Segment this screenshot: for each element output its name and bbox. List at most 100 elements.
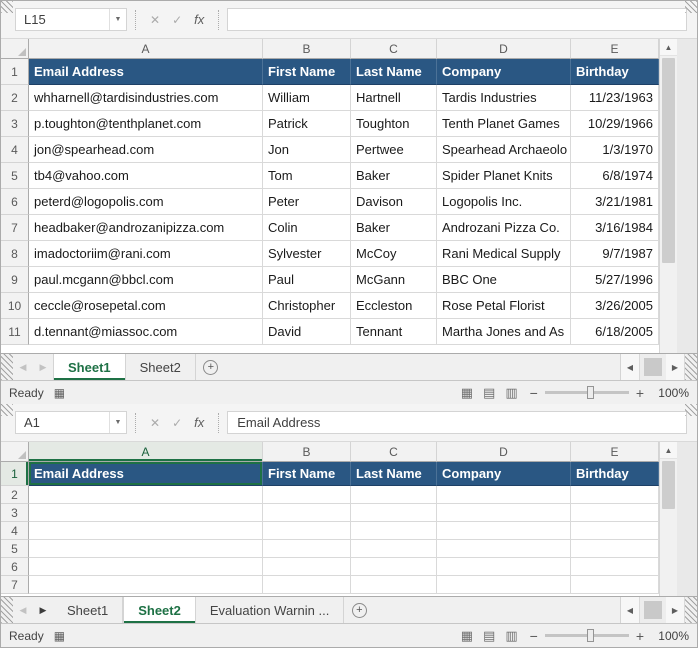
row-header-8[interactable]: 8 [1, 241, 29, 267]
tabs-scroll-right-icon[interactable]: ▶ [33, 354, 53, 380]
cell-E4[interactable] [571, 522, 659, 540]
horizontal-scrollbar[interactable]: ◀ ▶ [620, 354, 685, 380]
cell-E8[interactable]: 9/7/1987 [571, 241, 659, 267]
tabs-scroll-right-icon[interactable]: ▶ [33, 597, 53, 623]
cell-E1[interactable]: Birthday [571, 59, 659, 85]
scroll-up-icon[interactable]: ▲ [660, 442, 677, 459]
cell-D11[interactable]: Martha Jones and As [437, 319, 571, 345]
row-header-11[interactable]: 11 [1, 319, 29, 345]
tabs-scroll-left-icon[interactable]: ◀ [13, 354, 33, 380]
cell-C3[interactable]: Toughton [351, 111, 437, 137]
cell-E2[interactable]: 11/23/1963 [571, 85, 659, 111]
row-header-10[interactable]: 10 [1, 293, 29, 319]
column-header-E[interactable]: E [571, 39, 659, 59]
zoom-out-button[interactable]: − [530, 385, 538, 401]
cell-C3[interactable] [351, 504, 437, 522]
cell-B3[interactable]: Patrick [263, 111, 351, 137]
row-header-7[interactable]: 7 [1, 576, 29, 594]
cell-B6[interactable]: Peter [263, 189, 351, 215]
cell-C1[interactable]: Last Name [351, 462, 437, 486]
column-header-B[interactable]: B [263, 39, 351, 59]
sheet-tab-sheet1[interactable]: Sheet1 [53, 354, 126, 380]
cell-D3[interactable] [437, 504, 571, 522]
select-all-corner[interactable] [1, 39, 29, 59]
row-header-9[interactable]: 9 [1, 267, 29, 293]
column-header-B[interactable]: B [263, 442, 351, 462]
cell-A1[interactable]: Email Address [29, 462, 263, 486]
cell-A5[interactable]: tb4@vahoo.com [29, 163, 263, 189]
cell-B7[interactable] [263, 576, 351, 594]
cell-C6[interactable]: Davison [351, 189, 437, 215]
cancel-icon[interactable]: ✕ [150, 13, 160, 27]
cell-D1[interactable]: Company [437, 59, 571, 85]
view-page-layout-icon[interactable]: ▤ [483, 385, 495, 401]
cell-B8[interactable]: Sylvester [263, 241, 351, 267]
cell-A8[interactable]: imadoctoriim@rani.com [29, 241, 263, 267]
row-header-2[interactable]: 2 [1, 85, 29, 111]
zoom-slider-thumb[interactable] [586, 386, 594, 399]
view-page-layout-icon[interactable]: ▤ [483, 628, 495, 644]
view-normal-icon[interactable]: ▦ [461, 628, 473, 644]
cell-B5[interactable]: Tom [263, 163, 351, 189]
cell-A6[interactable]: peterd@logopolis.com [29, 189, 263, 215]
cell-A5[interactable] [29, 540, 263, 558]
scroll-up-icon[interactable]: ▲ [660, 39, 677, 56]
zoom-level[interactable]: 100% [651, 386, 689, 400]
row-header-6[interactable]: 6 [1, 558, 29, 576]
cell-E7[interactable] [571, 576, 659, 594]
row-header-5[interactable]: 5 [1, 163, 29, 189]
cell-D5[interactable]: Spider Planet Knits [437, 163, 571, 189]
cell-D7[interactable]: Androzani Pizza Co. [437, 215, 571, 241]
cell-D7[interactable] [437, 576, 571, 594]
cell-D10[interactable]: Rose Petal Florist [437, 293, 571, 319]
cell-C1[interactable]: Last Name [351, 59, 437, 85]
horizontal-scrollbar-thumb[interactable] [644, 357, 662, 377]
cell-D4[interactable] [437, 522, 571, 540]
column-header-D[interactable]: D [437, 39, 571, 59]
cell-A7[interactable]: headbaker@androzanipizza.com [29, 215, 263, 241]
vertical-scrollbar-thumb[interactable] [662, 461, 675, 509]
row-header-4[interactable]: 4 [1, 137, 29, 163]
cell-D2[interactable]: Tardis Industries [437, 85, 571, 111]
formula-bar-input[interactable] [227, 8, 687, 31]
cell-E3[interactable]: 10/29/1966 [571, 111, 659, 137]
cell-A4[interactable]: jon@spearhead.com [29, 137, 263, 163]
view-page-break-icon[interactable]: ▥ [505, 385, 517, 401]
cell-D9[interactable]: BBC One [437, 267, 571, 293]
cell-A7[interactable] [29, 576, 263, 594]
cell-C7[interactable]: Baker [351, 215, 437, 241]
cell-A3[interactable]: p.toughton@tenthplanet.com [29, 111, 263, 137]
cell-B10[interactable]: Christopher [263, 293, 351, 319]
cell-C2[interactable] [351, 486, 437, 504]
cell-A3[interactable] [29, 504, 263, 522]
name-box[interactable]: A1 ▼ [15, 411, 127, 434]
cell-E1[interactable]: Birthday [571, 462, 659, 486]
vertical-scrollbar-thumb[interactable] [662, 58, 675, 263]
cell-D6[interactable] [437, 558, 571, 576]
column-header-A[interactable]: A [29, 442, 263, 462]
row-header-7[interactable]: 7 [1, 215, 29, 241]
name-box-dropdown-icon[interactable]: ▼ [109, 412, 126, 433]
insert-function-icon[interactable]: fx [194, 415, 204, 430]
enter-icon[interactable]: ✓ [172, 13, 182, 27]
name-box-dropdown-icon[interactable]: ▼ [109, 9, 126, 30]
cell-B3[interactable] [263, 504, 351, 522]
cell-C9[interactable]: McGann [351, 267, 437, 293]
cell-B4[interactable]: Jon [263, 137, 351, 163]
horizontal-scrollbar-track[interactable] [640, 354, 666, 380]
horizontal-scrollbar-track[interactable] [640, 597, 666, 623]
cell-D8[interactable]: Rani Medical Supply [437, 241, 571, 267]
cell-E7[interactable]: 3/16/1984 [571, 215, 659, 241]
cell-A9[interactable]: paul.mcgann@bbcl.com [29, 267, 263, 293]
vertical-scrollbar[interactable]: ▲ [659, 39, 677, 353]
tabs-scroll-left-icon[interactable]: ◀ [13, 597, 33, 623]
cell-E11[interactable]: 6/18/2005 [571, 319, 659, 345]
add-sheet-button[interactable]: + [196, 354, 226, 380]
row-header-3[interactable]: 3 [1, 111, 29, 137]
sheet-tab-sheet2[interactable]: Sheet2 [123, 597, 196, 623]
row-header-6[interactable]: 6 [1, 189, 29, 215]
column-header-D[interactable]: D [437, 442, 571, 462]
macro-record-icon[interactable]: ▦ [54, 386, 65, 400]
zoom-slider[interactable] [544, 386, 629, 399]
cell-E5[interactable]: 6/8/1974 [571, 163, 659, 189]
